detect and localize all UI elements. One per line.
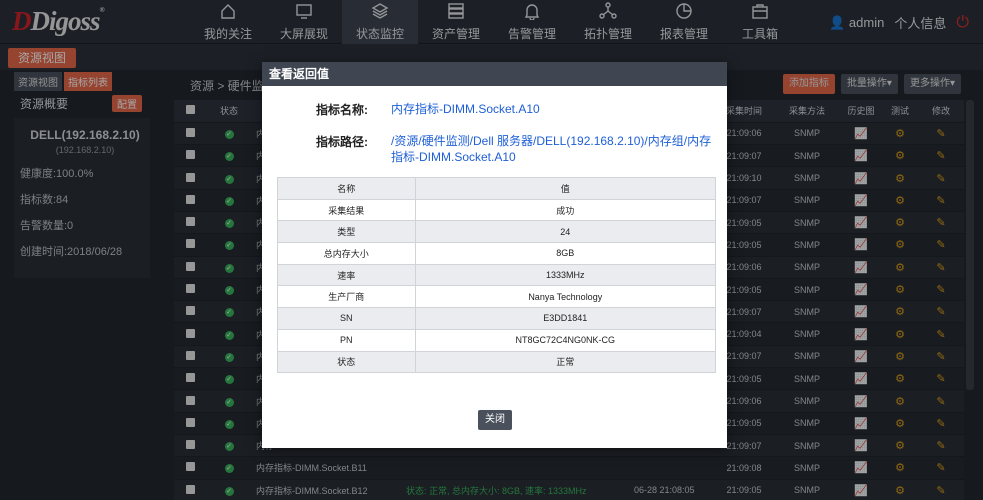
field-value: 8GB (414, 242, 717, 265)
field-name: 生产厂商 (277, 285, 416, 309)
field-name: SN (277, 307, 416, 330)
metric-path-row: 指标路径: /资源/硬件监测/Dell 服务器/DELL(192.168.2.1… (262, 133, 727, 165)
close-button[interactable]: 关闭 (478, 410, 512, 430)
field-value: 正常 (414, 350, 717, 374)
return-value-modal: 查看返回值 指标名称: 内存指标-DIMM.Socket.A10 指标路径: /… (262, 62, 727, 448)
return-table-header: 名称值 (277, 177, 717, 200)
return-table-row: 采集结果 成功 (277, 198, 717, 222)
return-table-row: SN E3DD1841 (277, 307, 717, 330)
metric-name-row: 指标名称: 内存指标-DIMM.Socket.A10 (262, 101, 727, 118)
field-name: 类型 (277, 220, 416, 244)
metric-name-value[interactable]: 内存指标-DIMM.Socket.A10 (368, 101, 713, 118)
field-name: 总内存大小 (277, 242, 416, 265)
field-value: 成功 (414, 198, 717, 222)
return-table-row: 总内存大小 8GB (277, 242, 717, 265)
field-value: 1333MHz (414, 263, 717, 287)
field-name: 速率 (277, 263, 416, 287)
field-name: 采集结果 (277, 198, 416, 222)
header-value: 值 (414, 177, 717, 200)
return-table-row: 状态 正常 (277, 350, 717, 374)
metric-name-label: 指标名称: (316, 103, 368, 117)
return-table-row: 类型 24 (277, 220, 717, 244)
metric-path-label: 指标路径: (316, 135, 368, 149)
modal-title: 查看返回值 (262, 62, 727, 86)
header-name: 名称 (277, 177, 416, 200)
return-table-row: 生产厂商 Nanya Technology (277, 285, 717, 309)
field-value: NT8GC72C4NG0NK-CG (414, 328, 717, 352)
field-name: PN (277, 328, 416, 352)
return-table-row: 速率 1333MHz (277, 263, 717, 287)
field-value: 24 (414, 220, 717, 244)
metric-path-value[interactable]: /资源/硬件监测/Dell 服务器/DELL(192.168.2.10)/内存组… (368, 133, 713, 165)
return-value-table: 名称值采集结果 成功 类型 24 总内存大小 8GB 速率 1333MHz 生产厂商 Nanya … (277, 177, 717, 374)
field-value: E3DD1841 (414, 307, 717, 330)
field-value: Nanya Technology (414, 285, 717, 309)
field-name: 状态 (277, 350, 416, 374)
return-table-row: PN NT8GC72C4NG0NK-CG (277, 328, 717, 352)
